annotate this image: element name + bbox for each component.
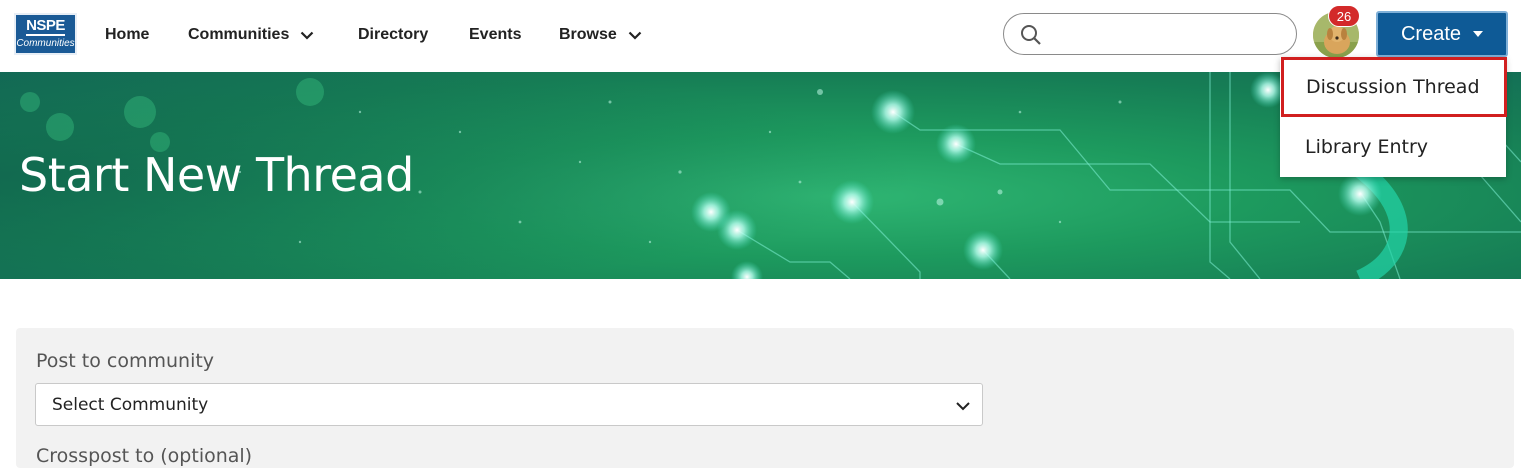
nspe-logo[interactable]: NSPE Communities xyxy=(14,13,77,55)
logo-text: NSPE xyxy=(26,17,65,36)
caret-down-icon xyxy=(1473,31,1484,37)
crosspost-label: Crosspost to (optional) xyxy=(36,445,253,467)
nav-home[interactable]: Home xyxy=(105,24,149,46)
nav-directory[interactable]: Directory xyxy=(358,24,428,46)
notification-badge[interactable]: 26 xyxy=(1328,5,1360,27)
nav-events-label: Events xyxy=(469,26,522,43)
nav-browse-label: Browse xyxy=(559,26,617,43)
community-select-value: Select Community xyxy=(52,394,209,415)
create-dropdown-menu: Discussion Thread Library Entry xyxy=(1280,57,1507,177)
nav-home-label: Home xyxy=(105,26,150,43)
nav-browse[interactable]: Browse xyxy=(559,24,643,46)
search-box[interactable] xyxy=(1003,13,1297,55)
chevron-down-icon xyxy=(627,27,643,43)
search-icon xyxy=(1020,24,1042,46)
chevron-down-icon xyxy=(954,397,972,415)
nav-events[interactable]: Events xyxy=(469,24,521,46)
create-button-label: Create xyxy=(1400,22,1462,45)
page-title: Start New Thread xyxy=(19,148,414,202)
menu-item-library-entry[interactable]: Library Entry xyxy=(1280,117,1506,177)
logo-subtext: Communities xyxy=(16,38,75,49)
nav-communities[interactable]: Communities xyxy=(188,24,315,46)
create-button[interactable]: Create xyxy=(1376,11,1508,57)
post-form-panel: Post to community Select Community Cross… xyxy=(16,328,1514,468)
menu-item-discussion-thread[interactable]: Discussion Thread xyxy=(1281,57,1507,117)
community-label: Post to community xyxy=(36,350,215,372)
chevron-down-icon xyxy=(299,27,315,43)
community-select[interactable]: Select Community xyxy=(35,383,983,426)
nav-communities-label: Communities xyxy=(188,26,290,43)
search-input[interactable] xyxy=(1052,20,1282,48)
nav-directory-label: Directory xyxy=(358,26,429,43)
